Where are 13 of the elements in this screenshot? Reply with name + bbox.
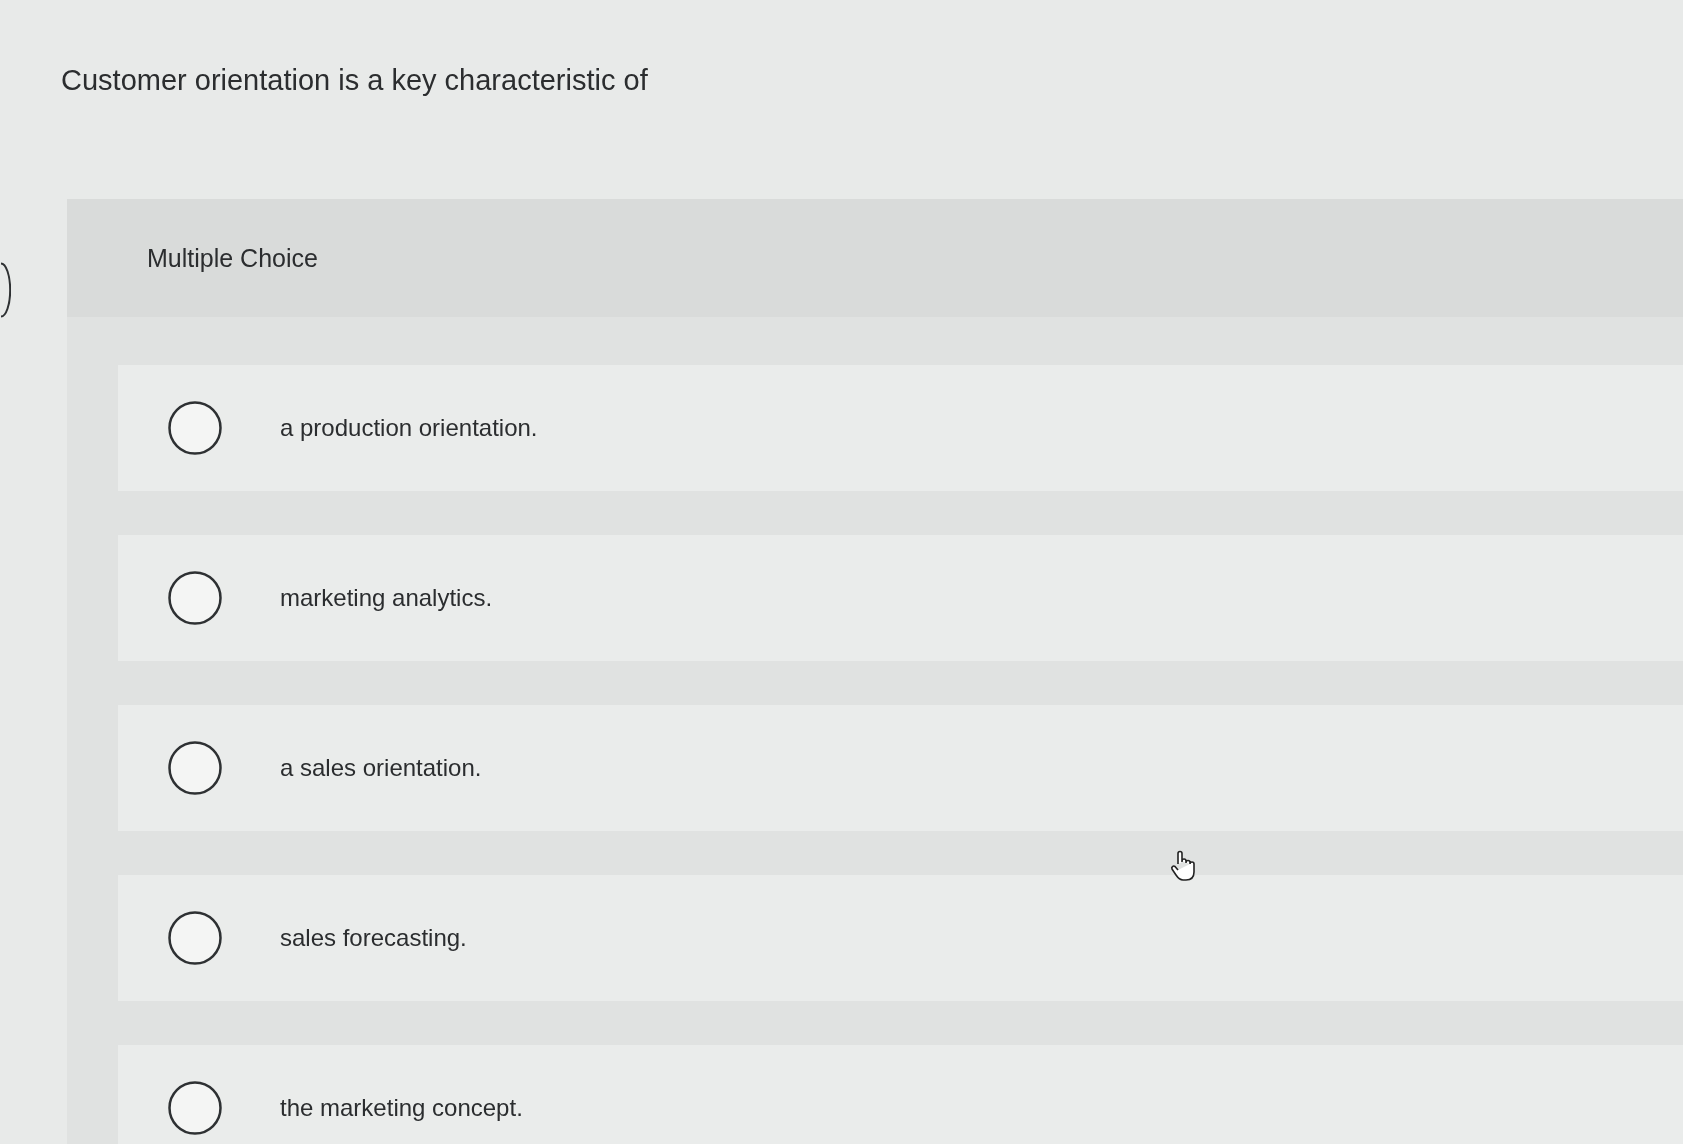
answer-option[interactable]: a production orientation. <box>118 365 1683 491</box>
answer-option[interactable]: marketing analytics. <box>118 535 1683 661</box>
radio-button[interactable] <box>168 571 222 625</box>
answer-option[interactable]: sales forecasting. <box>118 875 1683 1001</box>
answer-option[interactable]: the marketing concept. <box>118 1045 1683 1144</box>
radio-button[interactable] <box>168 401 222 455</box>
radio-button[interactable] <box>168 911 222 965</box>
hand-cursor-icon <box>1170 850 1196 882</box>
question-text: Customer orientation is a key characteristic of <box>61 63 648 98</box>
answer-option[interactable]: a sales orientation. <box>118 705 1683 831</box>
panel-heading: Multiple Choice <box>147 243 318 273</box>
radio-button[interactable] <box>168 741 222 795</box>
radio-button[interactable] <box>168 1081 222 1135</box>
